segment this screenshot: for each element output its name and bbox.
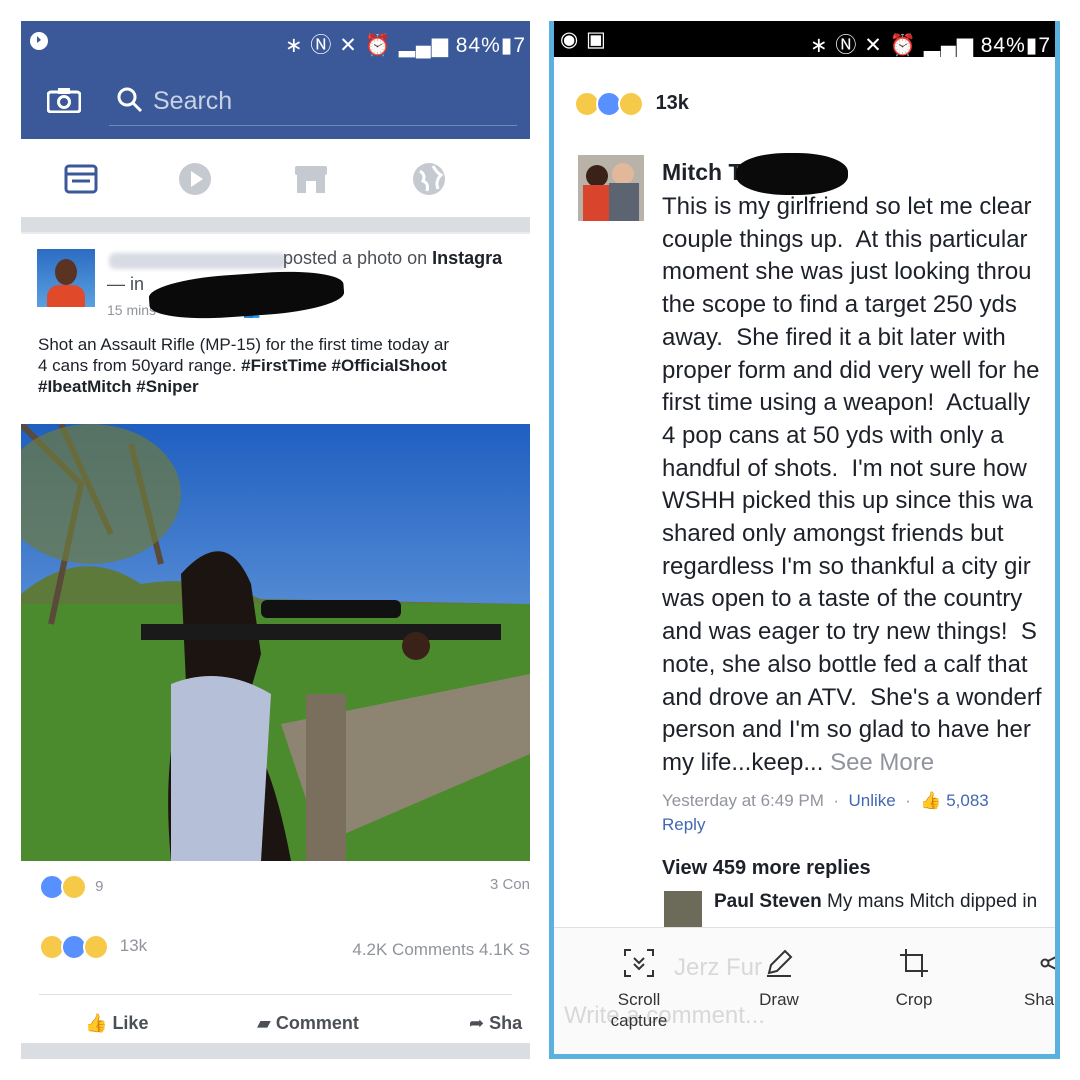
mute-icon: ✕ — [864, 34, 883, 57]
comment-button[interactable]: ▰ Comment — [257, 1013, 359, 1034]
like-button[interactable]: 👍 Like — [85, 1013, 148, 1034]
bluetooth-icon: ∗ — [809, 34, 829, 57]
nfc-icon: Ⓝ — [310, 34, 333, 57]
divider — [21, 218, 530, 232]
wow-reaction-icon — [83, 934, 109, 960]
camera-icon[interactable] — [47, 87, 81, 113]
avatar[interactable] — [37, 249, 95, 307]
app-icon: ◉ — [560, 28, 579, 51]
share-button[interactable]: Shar — [1024, 948, 1055, 1010]
comment-avatar[interactable] — [578, 155, 644, 221]
scroll-capture-icon — [624, 949, 654, 977]
nav-tabs — [21, 139, 530, 218]
alarm-icon: ⏰ — [364, 34, 392, 57]
battery-icon: ▮ — [500, 34, 514, 57]
reply-link[interactable]: Reply — [662, 815, 705, 835]
view-more-replies[interactable]: View 459 more replies — [662, 857, 871, 880]
alarm-icon: ⏰ — [889, 34, 917, 57]
bluetooth-icon: ∗ — [284, 34, 304, 57]
location-line: — in — [107, 274, 145, 294]
post-caption: Shot an Assault Rifle (MP-15) for the fi… — [38, 335, 449, 396]
post-photo[interactable] — [21, 424, 530, 861]
battery-percent: 84% — [455, 34, 501, 57]
news-feed-icon[interactable] — [63, 161, 99, 197]
wow-reaction-icon — [61, 874, 87, 900]
comment-icon: ▰ — [257, 1013, 271, 1033]
status-icons: ∗ Ⓝ ✕ ⏰ ▂▄▆ 84%▮7 — [809, 34, 1051, 57]
thumbs-up-icon: 👍 — [920, 791, 942, 810]
right-screenshot: ◉ ▣ ∗ Ⓝ ✕ ⏰ ▂▄▆ 84%▮7 13k Mitch T This i… — [549, 21, 1060, 1059]
gallery-icon: ▣ — [586, 28, 606, 51]
share-button[interactable]: ➦ Sha — [469, 1013, 522, 1034]
search-input[interactable]: Search — [153, 87, 232, 116]
globe-icon[interactable] — [411, 161, 447, 197]
status-bar: ∗ Ⓝ ✕ ⏰ ▂▄▆ 84%▮7 — [21, 21, 530, 61]
signal-icon: ▂▄▆ — [923, 34, 974, 57]
screenshot-toolbar: Jerz Fur Write a comment... Scroll captu… — [554, 927, 1055, 1054]
reaction-summary-small: 9 3 Con — [39, 874, 530, 904]
search-icon — [117, 87, 143, 113]
redaction-mark — [736, 153, 848, 195]
redaction-mark — [147, 267, 346, 323]
comment-author[interactable]: Mitch T — [662, 159, 743, 186]
crop-icon — [900, 949, 928, 977]
unlike-link[interactable]: Unlike — [848, 791, 895, 810]
divider — [21, 1043, 530, 1059]
app-icon — [30, 32, 48, 50]
comment-meta: Yesterday at 6:49 PM · Unlike · 👍 5,083 — [662, 791, 989, 810]
see-more-link[interactable]: See More — [830, 749, 934, 776]
battery-percent: 84% — [980, 34, 1026, 57]
reply-preview: Paul Steven My mans Mitch dipped in — [714, 891, 1038, 912]
thumbs-up-icon: 👍 — [85, 1013, 108, 1033]
draw-button[interactable]: Draw — [749, 948, 809, 1010]
reply-avatar[interactable] — [664, 891, 702, 927]
search-bar[interactable]: Search — [109, 81, 517, 126]
reaction-summary[interactable]: 13k — [574, 91, 689, 117]
comment-like-count[interactable]: 5,083 — [946, 791, 989, 810]
status-icons: ∗ Ⓝ ✕ ⏰ ▂▄▆ 84%▮7 — [284, 34, 526, 57]
post-card: posted a photo on Instagra — in 15 mins … — [21, 234, 530, 1044]
scroll-capture-button[interactable]: Scroll capture — [584, 948, 694, 1031]
left-screenshot: ∗ Ⓝ ✕ ⏰ ▂▄▆ 84%▮7 Search posted a photo … — [21, 21, 530, 1059]
wow-reaction-icon — [618, 91, 644, 117]
video-icon[interactable] — [177, 161, 213, 197]
facebook-header: Search — [21, 61, 530, 139]
marketplace-icon[interactable] — [293, 161, 329, 197]
blurred-name — [109, 253, 287, 269]
battery-icon: ▮ — [1025, 34, 1039, 57]
post-actions: 👍 Like ▰ Comment ➦ Sha — [39, 994, 522, 1045]
post-header: posted a photo on Instagra — [283, 248, 503, 268]
comment-body: This is my girlfriend so let me clear co… — [662, 193, 1042, 776]
crop-button[interactable]: Crop — [884, 948, 944, 1010]
signal-icon: ▂▄▆ — [398, 34, 449, 57]
pen-icon — [767, 949, 793, 977]
reaction-summary: 13k 4.2K Comments 4.1K S — [39, 934, 530, 968]
share-arrow-icon: ➦ — [469, 1013, 485, 1033]
nfc-icon: Ⓝ — [835, 34, 858, 57]
status-bar: ◉ ▣ ∗ Ⓝ ✕ ⏰ ▂▄▆ 84%▮7 — [554, 21, 1055, 57]
share-icon — [1040, 956, 1055, 970]
mute-icon: ✕ — [339, 34, 358, 57]
